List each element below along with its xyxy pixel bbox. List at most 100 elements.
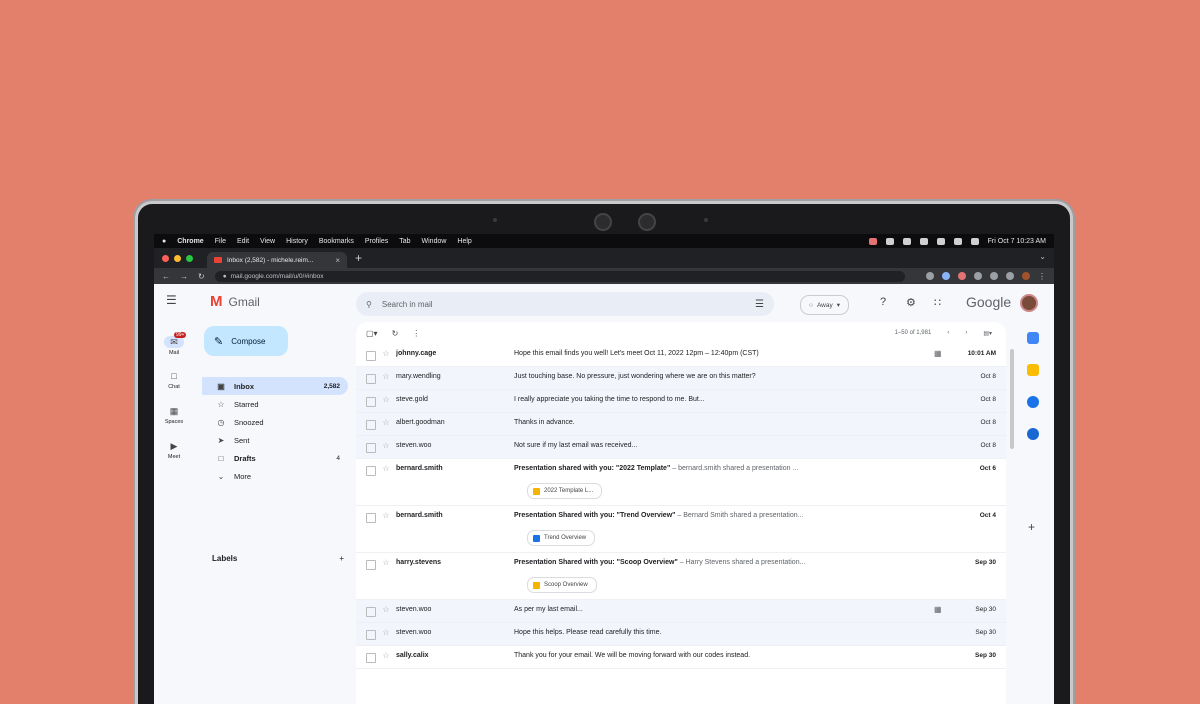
keep-app-icon[interactable]: [1027, 364, 1039, 376]
side-panel-icon[interactable]: [1006, 272, 1014, 280]
status-app-icon[interactable]: [868, 237, 877, 245]
wifi-icon[interactable]: [919, 237, 928, 245]
search-input[interactable]: Search in mail: [382, 300, 433, 309]
row-checkbox[interactable]: [366, 351, 376, 361]
email-row[interactable]: ☆ steven.woo As per my last email... ▦ S…: [356, 600, 1006, 623]
star-icon[interactable]: ☆: [376, 628, 396, 637]
status-app-icon[interactable]: [885, 237, 894, 245]
extensions-puzzle-icon[interactable]: [990, 272, 998, 280]
older-chevron-icon[interactable]: ›: [965, 330, 967, 336]
menu-tab[interactable]: Tab: [399, 238, 410, 245]
row-checkbox[interactable]: [366, 374, 376, 384]
newer-chevron-icon[interactable]: ‹: [947, 330, 949, 336]
nav-starred[interactable]: ☆ Starred: [202, 395, 348, 413]
help-icon[interactable]: ?: [880, 296, 886, 308]
calendar-app-icon[interactable]: [1027, 332, 1039, 344]
email-row[interactable]: ☆ steven.woo Not sure if my last email w…: [356, 436, 1006, 459]
select-all-checkbox-icon[interactable]: ▢▾: [366, 329, 378, 338]
nav-snoozed[interactable]: ◷ Snoozed: [202, 413, 348, 431]
row-checkbox[interactable]: [366, 466, 376, 476]
google-account-logo[interactable]: Google: [966, 294, 1011, 310]
extension-icon[interactable]: [958, 272, 966, 280]
gmail-logo[interactable]: M Gmail: [210, 293, 260, 310]
battery-icon[interactable]: [902, 237, 911, 245]
star-icon[interactable]: ☆: [376, 372, 396, 381]
chrome-menu-icon[interactable]: ⋮: [1038, 272, 1046, 281]
menu-help[interactable]: Help: [457, 238, 471, 245]
compose-button[interactable]: ✎ Compose: [204, 326, 288, 356]
menu-bookmarks[interactable]: Bookmarks: [319, 238, 354, 245]
row-checkbox[interactable]: [366, 420, 376, 430]
email-row[interactable]: ☆ albert.goodman Thanks in advance. Oct …: [356, 413, 1006, 436]
email-row[interactable]: ☆ steve.gold I really appreciate you tak…: [356, 390, 1006, 413]
density-icon[interactable]: ▤▾: [983, 330, 992, 337]
search-options-icon[interactable]: ☰: [755, 299, 764, 310]
extension-icon[interactable]: [942, 272, 950, 280]
profile-avatar-icon[interactable]: [1022, 272, 1030, 280]
refresh-icon[interactable]: ↻: [392, 329, 399, 338]
rail-mail[interactable]: ✉ 99+ Mail: [154, 332, 194, 356]
star-icon[interactable]: ☆: [376, 511, 396, 520]
row-checkbox[interactable]: [366, 560, 376, 570]
email-row[interactable]: ☆ harry.stevens Presentation Shared with…: [356, 553, 1006, 600]
nav-inbox[interactable]: ▣ Inbox 2,582: [202, 377, 348, 395]
maximize-window-button[interactable]: [186, 254, 193, 262]
rail-chat[interactable]: □ Chat: [154, 370, 194, 390]
close-tab-icon[interactable]: ×: [335, 256, 340, 265]
row-checkbox[interactable]: [366, 630, 376, 640]
email-row[interactable]: ☆ bernard.smith Presentation shared with…: [356, 459, 1006, 506]
reload-icon[interactable]: ↻: [198, 272, 205, 281]
tab-search-chevron-icon[interactable]: ⌄: [1039, 252, 1046, 261]
rail-meet[interactable]: ▶ Meet: [154, 440, 194, 461]
email-row[interactable]: ☆ mary.wendling Just touching base. No p…: [356, 367, 1006, 390]
nav-more[interactable]: ⌄ More: [202, 467, 348, 485]
search-icon[interactable]: ⚲: [366, 300, 372, 309]
back-arrow-icon[interactable]: ←: [162, 272, 170, 281]
close-window-button[interactable]: [162, 254, 169, 262]
rail-spaces[interactable]: ▦ Spaces: [154, 405, 194, 426]
menu-history[interactable]: History: [286, 238, 308, 245]
extension-icon[interactable]: [974, 272, 982, 280]
star-icon[interactable]: ☆: [376, 464, 396, 473]
row-checkbox[interactable]: [366, 443, 376, 453]
star-icon[interactable]: ☆: [376, 605, 396, 614]
address-bar[interactable]: ● mail.google.com/mail/u/0/#inbox: [214, 270, 905, 282]
star-icon[interactable]: ☆: [376, 558, 396, 567]
more-options-icon[interactable]: ⋮: [412, 329, 420, 338]
menu-file[interactable]: File: [215, 238, 226, 245]
attachment-chip[interactable]: Trend Overview: [527, 530, 596, 546]
attachment-chip[interactable]: Scoop Overview: [527, 577, 597, 593]
forward-arrow-icon[interactable]: →: [180, 272, 188, 281]
email-row[interactable]: ☆ steven.woo Hope this helps. Please rea…: [356, 623, 1006, 646]
attachment-chip[interactable]: 2022 Template L...: [527, 483, 603, 499]
add-addon-icon[interactable]: +: [1028, 520, 1035, 534]
menubar-clock[interactable]: Fri Oct 7 10:23 AM: [988, 238, 1046, 245]
share-icon[interactable]: [926, 272, 934, 280]
email-row[interactable]: ☆ sally.calix Thank you for your email. …: [356, 646, 1006, 669]
menu-app-chrome[interactable]: Chrome: [177, 238, 203, 245]
star-icon[interactable]: ☆: [376, 395, 396, 404]
apple-icon[interactable]: ●: [162, 238, 166, 245]
star-icon[interactable]: ☆: [376, 349, 396, 358]
star-icon[interactable]: ☆: [376, 651, 396, 660]
contacts-app-icon[interactable]: [1027, 428, 1039, 440]
search-bar[interactable]: ⚲ Search in mail ☰: [356, 292, 774, 316]
menu-window[interactable]: Window: [422, 238, 447, 245]
row-checkbox[interactable]: [366, 397, 376, 407]
menu-edit[interactable]: Edit: [237, 238, 249, 245]
star-icon[interactable]: ☆: [376, 441, 396, 450]
apps-grid-icon[interactable]: ∷: [934, 296, 941, 309]
status-selector[interactable]: ○ Away ▾: [800, 295, 849, 315]
browser-tab-inbox[interactable]: Inbox (2,582) - michele.reim... ×: [207, 252, 347, 268]
menu-profiles[interactable]: Profiles: [365, 238, 388, 245]
star-icon[interactable]: ☆: [376, 418, 396, 427]
minimize-window-button[interactable]: [174, 254, 181, 262]
email-row[interactable]: ☆ johnny.cage Hope this email finds you …: [356, 344, 1006, 367]
nav-drafts[interactable]: □ Drafts 4: [202, 449, 348, 467]
settings-gear-icon[interactable]: ⚙: [906, 296, 916, 309]
new-tab-button[interactable]: +: [355, 250, 362, 268]
email-row[interactable]: ☆ bernard.smith Presentation Shared with…: [356, 506, 1006, 553]
menu-view[interactable]: View: [260, 238, 275, 245]
control-center-icon[interactable]: [970, 237, 979, 245]
search-spotlight-icon[interactable]: [953, 237, 962, 245]
